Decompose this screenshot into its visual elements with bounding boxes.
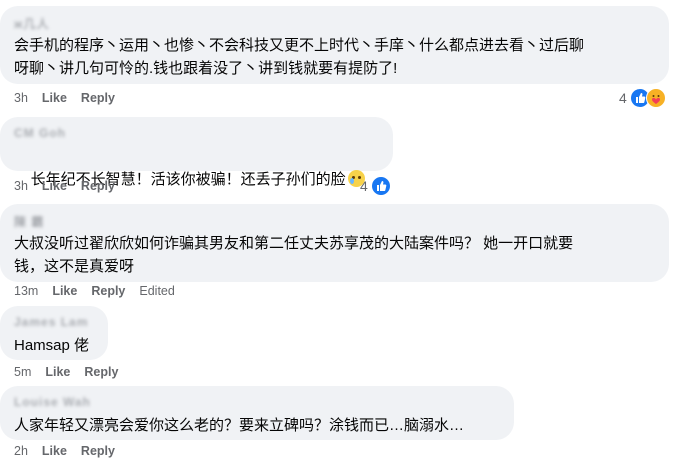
like-button[interactable]: Like xyxy=(42,179,67,193)
reaction-count: 4 xyxy=(360,178,368,194)
comment-actions: 2h Like Reply xyxy=(14,444,115,458)
like-button[interactable]: Like xyxy=(52,284,77,298)
comment-actions: 3h Like Reply xyxy=(14,91,115,105)
comment-bubble: James Lam Hamsap 佬 xyxy=(0,306,108,360)
reaction-summary[interactable]: 4 xyxy=(360,176,391,196)
reply-button[interactable]: Reply xyxy=(81,179,115,193)
reply-button[interactable]: Reply xyxy=(81,91,115,105)
comment-author[interactable]: 陳 霸 xyxy=(14,213,44,230)
comment-actions: 3h Like Reply xyxy=(14,179,115,193)
comment-timestamp[interactable]: 5m xyxy=(14,365,31,379)
like-button[interactable]: Like xyxy=(42,444,67,458)
comment-bubble: Louise Wah 人家年轻又漂亮会爱你这么老的？要来立碑吗？涂钱而已…脑溺水… xyxy=(0,386,514,440)
reply-button[interactable]: Reply xyxy=(81,444,115,458)
comment-actions: 5m Like Reply xyxy=(14,365,118,379)
reply-button[interactable]: Reply xyxy=(91,284,125,298)
like-button[interactable]: Like xyxy=(42,91,67,105)
reaction-count: 4 xyxy=(619,90,627,106)
comment-text: 人家年轻又漂亮会爱你这么老的？要来立碑吗？涂钱而已…脑溺水… xyxy=(14,417,465,434)
comment-author[interactable]: CM Goh xyxy=(14,126,66,140)
comment-bubble: 陳 霸 大叔没听过翟欣欣如何诈骗其男友和第二任丈夫苏享茂的大陆案件吗？ 她一开口… xyxy=(0,204,669,282)
comment-author[interactable]: ж几人 xyxy=(14,15,50,32)
like-icon xyxy=(370,176,391,196)
comment-text: 大叔没听过翟欣欣如何诈骗其男友和第二任丈夫苏享茂的大陆案件吗？ 她一开口就要 钱… xyxy=(14,235,574,275)
comment-timestamp[interactable]: 3h xyxy=(14,91,28,105)
reply-button[interactable]: Reply xyxy=(84,365,118,379)
comment-text: 会手机的程序丶运用丶也惨丶不会科技又更不上时代丶手庠丶什么都点进去看丶过后聊 呀… xyxy=(14,37,585,77)
comment-timestamp[interactable]: 2h xyxy=(14,444,28,458)
comment-actions: 13m Like Reply Edited xyxy=(14,284,175,298)
comment-timestamp[interactable]: 3h xyxy=(14,179,28,193)
comment-author[interactable]: Louise Wah xyxy=(14,395,91,409)
comment-bubble: CM Goh 长年纪不长智慧！活该你被骗！还丢子孙们的脸 xyxy=(0,117,393,188)
care-icon xyxy=(645,88,666,108)
comment-author[interactable]: James Lam xyxy=(14,315,88,329)
like-button[interactable]: Like xyxy=(45,365,70,379)
reaction-summary[interactable]: 4 xyxy=(619,88,666,108)
comment-timestamp[interactable]: 13m xyxy=(14,284,38,298)
edited-label[interactable]: Edited xyxy=(139,284,174,298)
comment-text: Hamsap 佬 xyxy=(14,337,90,354)
comment-bubble: ж几人 会手机的程序丶运用丶也惨丶不会科技又更不上时代丶手庠丶什么都点进去看丶过… xyxy=(0,6,669,84)
